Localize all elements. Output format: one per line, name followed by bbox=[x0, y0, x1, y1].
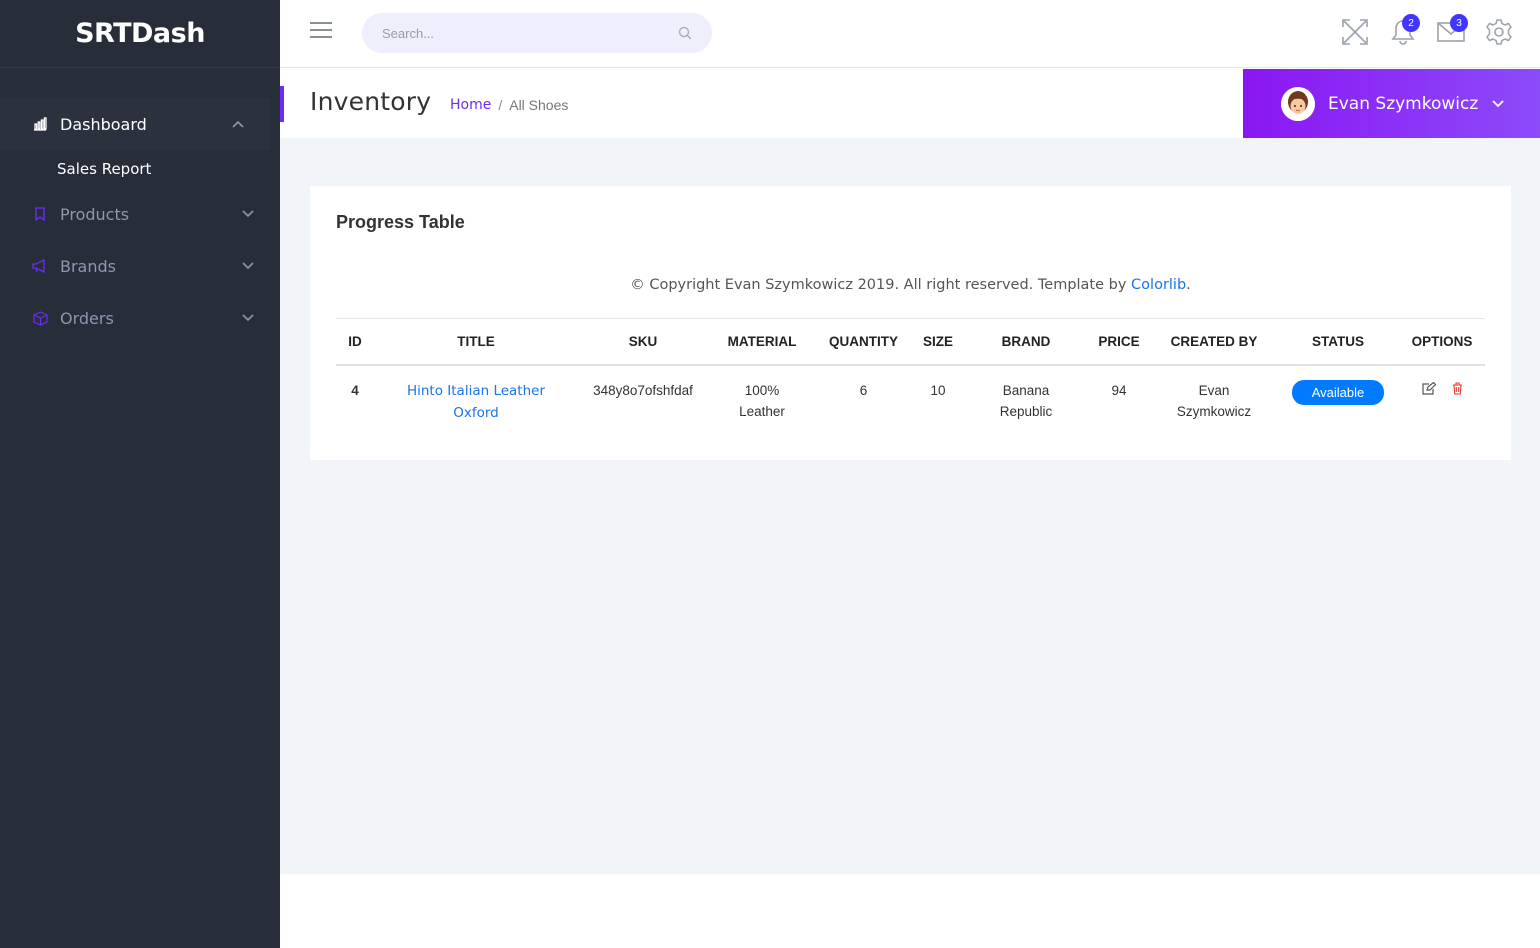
column-header-material: MATERIAL bbox=[708, 318, 816, 366]
column-header-size: SIZE bbox=[911, 318, 965, 366]
table-header-row: ID TITLE SKU MATERIAL QUANTITY SIZE BRAN… bbox=[336, 318, 1485, 366]
product-title-link[interactable]: Hinto Italian Leather Oxford bbox=[407, 383, 545, 421]
trash-icon[interactable] bbox=[1452, 381, 1463, 395]
sidebar-item-label: Dashboard bbox=[60, 114, 147, 134]
chevron-down-icon bbox=[240, 310, 256, 326]
megaphone-icon bbox=[32, 258, 48, 274]
title-accent-bar bbox=[280, 86, 284, 122]
gear-icon[interactable] bbox=[1484, 14, 1514, 50]
cell-brand: Banana Republic bbox=[999, 382, 1053, 419]
cell-created-by: Evan Szymkowicz bbox=[1176, 382, 1252, 419]
column-header-created-by: CREATED BY bbox=[1151, 318, 1277, 366]
cell-price: 94 bbox=[1111, 382, 1127, 398]
cell-status: Available bbox=[1277, 365, 1399, 445]
bar-chart-icon bbox=[32, 116, 48, 132]
chevron-down-icon bbox=[1492, 97, 1506, 111]
main-content: Progress Table © Copyright Evan Szymkowi… bbox=[280, 138, 1540, 874]
sidebar-item-label: Brands bbox=[60, 256, 116, 276]
footer bbox=[280, 874, 1540, 948]
column-header-id: ID bbox=[336, 318, 374, 366]
sidebar: SRTDash Dashboard Sales Report Products bbox=[0, 0, 280, 948]
column-header-options: OPTIONS bbox=[1399, 318, 1485, 366]
cell-quantity: 6 bbox=[859, 382, 868, 398]
sidebar-item-brands[interactable]: Brands bbox=[0, 240, 280, 292]
header-icons: 2 3 bbox=[1322, 14, 1514, 50]
search-icon[interactable] bbox=[678, 26, 692, 40]
brand-logo[interactable]: SRTDash bbox=[0, 0, 280, 68]
envelope-icon[interactable]: 3 bbox=[1436, 14, 1468, 50]
page-title: Inventory bbox=[310, 87, 432, 116]
fullscreen-icon[interactable] bbox=[1340, 14, 1370, 50]
column-header-status: STATUS bbox=[1277, 318, 1399, 366]
cell-sku: 348y8o7ofshfdaf bbox=[593, 382, 693, 398]
sidebar-item-label: Orders bbox=[60, 308, 114, 328]
box-icon bbox=[32, 310, 48, 326]
chevron-up-icon bbox=[230, 116, 246, 132]
sidebar-item-orders[interactable]: Orders bbox=[0, 292, 280, 344]
sidebar-subitem-sales-report[interactable]: Sales Report bbox=[0, 150, 280, 188]
cell-id: 4 bbox=[351, 382, 359, 398]
user-profile-dropdown[interactable]: Evan Szymkowicz bbox=[1243, 69, 1540, 138]
sidebar-item-products[interactable]: Products bbox=[0, 188, 280, 240]
copyright-notice: © Copyright Evan Szymkowicz 2019. All ri… bbox=[310, 277, 1511, 293]
card-title: Progress Table bbox=[336, 212, 465, 232]
cell-title: Hinto Italian Leather Oxford bbox=[374, 365, 578, 445]
page-title-bar: Inventory Home / All Shoes bbox=[280, 69, 1243, 138]
avatar bbox=[1281, 86, 1315, 121]
chevron-down-icon bbox=[240, 206, 256, 222]
breadcrumb-home-link[interactable]: Home bbox=[450, 97, 491, 113]
column-header-sku: SKU bbox=[578, 318, 708, 366]
user-name: Evan Szymkowicz bbox=[1328, 93, 1479, 114]
column-header-price: PRICE bbox=[1087, 318, 1151, 366]
edit-icon[interactable] bbox=[1421, 381, 1436, 395]
copyright-end: . bbox=[1186, 277, 1191, 293]
notification-count-badge: 2 bbox=[1402, 14, 1420, 32]
message-count-badge: 3 bbox=[1450, 14, 1468, 32]
menu-toggle-icon[interactable] bbox=[310, 22, 334, 46]
column-header-brand: BRAND bbox=[965, 318, 1087, 366]
breadcrumb-current: All Shoes bbox=[509, 97, 569, 113]
chevron-down-icon bbox=[240, 258, 256, 274]
status-badge: Available bbox=[1291, 379, 1385, 405]
search-box bbox=[362, 13, 712, 53]
copyright-text: © Copyright Evan Szymkowicz 2019. All ri… bbox=[630, 277, 1127, 293]
colorlib-link[interactable]: Colorlib bbox=[1131, 277, 1186, 293]
notification-bell-icon[interactable]: 2 bbox=[1388, 14, 1420, 50]
breadcrumb-separator: / bbox=[498, 97, 503, 113]
column-header-title: TITLE bbox=[374, 318, 578, 366]
progress-table-card: Progress Table © Copyright Evan Szymkowi… bbox=[310, 186, 1511, 460]
sidebar-item-dashboard[interactable]: Dashboard bbox=[0, 98, 270, 150]
inventory-table: ID TITLE SKU MATERIAL QUANTITY SIZE BRAN… bbox=[336, 318, 1485, 445]
cell-material: 100% Leather bbox=[739, 382, 785, 419]
top-header: 2 3 bbox=[280, 0, 1540, 68]
column-header-quantity: QUANTITY bbox=[816, 318, 911, 366]
sidebar-item-label: Products bbox=[60, 204, 130, 224]
breadcrumb: Home / All Shoes bbox=[450, 97, 568, 113]
cell-options bbox=[1399, 365, 1485, 445]
cell-size: 10 bbox=[930, 382, 946, 398]
search-input[interactable] bbox=[362, 13, 642, 53]
table-row: 4 Hinto Italian Leather Oxford 348y8o7ofs… bbox=[336, 365, 1485, 445]
bookmark-icon bbox=[32, 206, 48, 222]
sidebar-menu: Dashboard Sales Report Products Brands O… bbox=[0, 98, 280, 344]
